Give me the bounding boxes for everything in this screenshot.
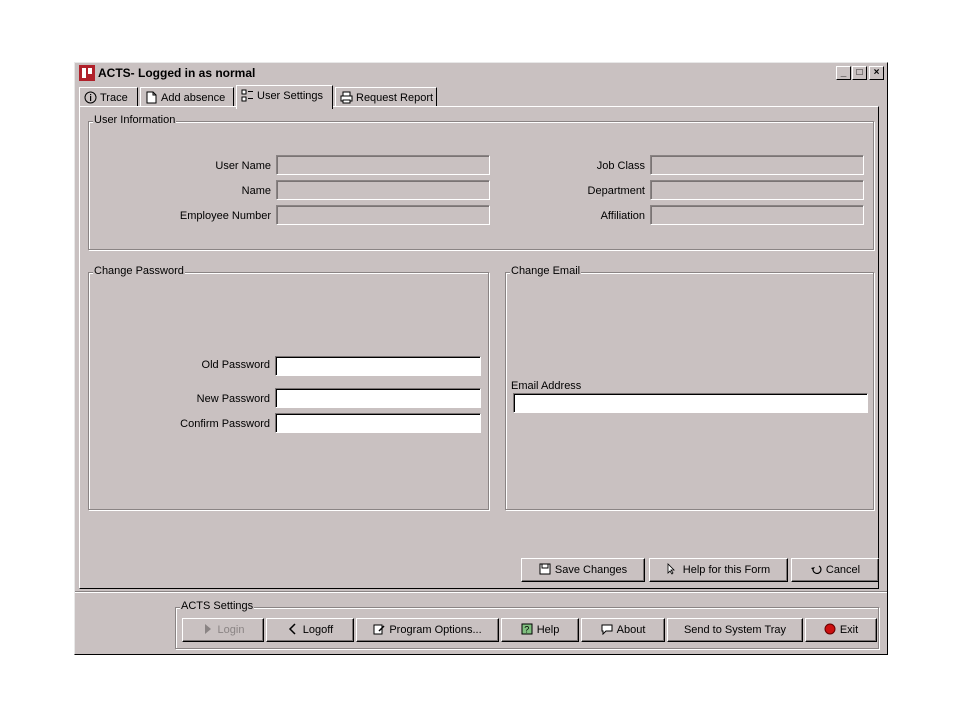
acts-settings-title: ACTS Settings: [180, 600, 255, 612]
change-password-title: Change Password: [93, 265, 185, 277]
minimize-button[interactable]: _: [836, 66, 851, 80]
about-button[interactable]: About: [581, 618, 665, 642]
tab-trace[interactable]: Trace: [79, 87, 138, 107]
email-address-input[interactable]: [513, 393, 868, 413]
save-changes-button[interactable]: Save Changes: [521, 558, 645, 582]
login-button[interactable]: Login: [182, 618, 264, 642]
affiliation-field: [650, 205, 864, 225]
department-label: Department: [587, 185, 645, 197]
employee-number-field: [276, 205, 490, 225]
chevron-left-icon: [288, 623, 296, 635]
divider: [75, 591, 887, 593]
tab-user-settings[interactable]: User Settings: [236, 85, 333, 109]
name-field: [276, 180, 490, 200]
help-for-form-button[interactable]: Help for this Form: [649, 558, 788, 582]
speech-bubble-icon: [601, 624, 613, 635]
info-icon: [84, 91, 97, 104]
confirm-password-label: Confirm Password: [180, 418, 270, 430]
floppy-disk-icon: [539, 563, 551, 575]
send-to-system-tray-button[interactable]: Send to System Tray: [667, 618, 803, 642]
user-information-group: User Information User Name Name Employee…: [88, 114, 874, 250]
help-for-form-label: Help for this Form: [682, 564, 771, 576]
help-book-icon: ?: [521, 623, 533, 635]
tab-trace-label: Trace: [100, 92, 128, 104]
confirm-password-input[interactable]: [275, 413, 481, 433]
login-label: Login: [217, 624, 245, 636]
department-field: [650, 180, 864, 200]
exit-label: Exit: [839, 624, 859, 636]
maximize-button[interactable]: □: [852, 66, 867, 80]
employee-number-label: Employee Number: [179, 210, 271, 222]
exit-button[interactable]: Exit: [805, 618, 877, 642]
stop-icon: [824, 623, 836, 635]
logoff-label: Logoff: [302, 624, 334, 636]
program-options-label: Program Options...: [389, 624, 482, 636]
help-button[interactable]: ? Help: [501, 618, 579, 642]
chevron-right-icon: [204, 624, 211, 634]
user-settings-panel: User Information User Name Name Employee…: [79, 106, 879, 589]
affiliation-label: Affiliation: [600, 210, 645, 222]
old-password-input[interactable]: [275, 356, 481, 376]
user-name-field: [276, 155, 490, 175]
app-logo-icon: [79, 65, 95, 81]
send-to-system-tray-label: Send to System Tray: [683, 624, 787, 636]
save-changes-label: Save Changes: [554, 564, 628, 576]
cancel-label: Cancel: [825, 564, 861, 576]
help-pointer-icon: [667, 563, 675, 575]
logoff-button[interactable]: Logoff: [266, 618, 354, 642]
tab-user-settings-label: User Settings: [257, 90, 324, 102]
undo-icon: [810, 565, 822, 575]
app-window: ACTS- Logged in as normal _ □ × Trace Ad…: [74, 62, 888, 655]
change-email-title: Change Email: [510, 265, 582, 277]
job-class-field: [650, 155, 864, 175]
svg-text:?: ?: [524, 625, 529, 635]
edit-document-icon: [373, 624, 385, 635]
tab-add-absence[interactable]: Add absence: [140, 87, 234, 107]
tab-add-absence-label: Add absence: [161, 92, 226, 104]
new-password-input[interactable]: [275, 388, 481, 408]
user-information-title: User Information: [93, 114, 177, 126]
tab-request-report[interactable]: Request Report: [335, 87, 437, 107]
window-title: ACTS- Logged in as normal: [98, 66, 256, 80]
change-password-group: Change Password Old Password New Passwor…: [88, 265, 489, 510]
cancel-button[interactable]: Cancel: [791, 558, 879, 582]
user-name-label: User Name: [215, 160, 271, 172]
job-class-label: Job Class: [596, 160, 645, 172]
tab-request-report-label: Request Report: [356, 92, 434, 104]
email-address-label: Email Address: [511, 380, 582, 392]
about-label: About: [616, 624, 646, 636]
help-label: Help: [536, 624, 560, 636]
settings-list-icon: [241, 89, 253, 102]
old-password-label: Old Password: [201, 359, 270, 371]
printer-icon: [340, 91, 353, 104]
title-bar[interactable]: ACTS- Logged in as normal _ □ ×: [77, 64, 885, 82]
document-icon: [146, 91, 157, 104]
change-email-group: Change Email Email Address: [505, 265, 874, 510]
close-button[interactable]: ×: [869, 66, 884, 80]
name-label: Name: [241, 185, 271, 197]
program-options-button[interactable]: Program Options...: [356, 618, 499, 642]
new-password-label: New Password: [196, 393, 270, 405]
